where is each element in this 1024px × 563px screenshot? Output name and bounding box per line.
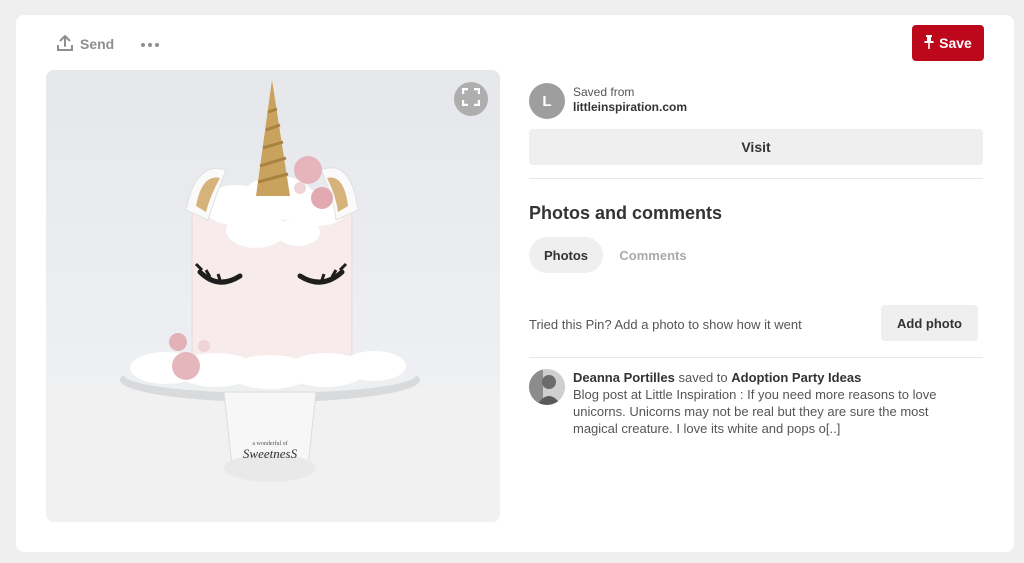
stand-logo-main: SweetnesS xyxy=(243,446,298,461)
source-avatar[interactable]: L xyxy=(529,83,565,119)
divider xyxy=(529,178,983,179)
activity-saved-to-text: saved to xyxy=(678,370,728,385)
pin-icon xyxy=(924,34,934,52)
save-button[interactable]: Save xyxy=(912,25,984,61)
save-label: Save xyxy=(939,35,972,51)
more-options-button[interactable] xyxy=(140,33,160,55)
send-label: Send xyxy=(80,36,115,52)
divider xyxy=(529,357,983,358)
send-button[interactable]: Send xyxy=(56,33,114,55)
user-photo-icon xyxy=(529,369,565,405)
saved-from-label: Saved from xyxy=(573,85,635,99)
unicorn-cake-illustration: a wonderful of SweetnesS xyxy=(46,80,500,522)
activity-board-name[interactable]: Adoption Party Ideas xyxy=(731,370,861,385)
ellipsis-icon xyxy=(140,35,160,53)
source-domain-link[interactable]: littleinspiration.com xyxy=(573,100,687,114)
pin-image[interactable]: a wonderful of SweetnesS xyxy=(46,70,500,522)
tab-comments[interactable]: Comments xyxy=(605,237,701,273)
fullscreen-icon xyxy=(461,87,481,111)
fullscreen-button[interactable] xyxy=(454,82,488,116)
activity-user-name[interactable]: Deanna Portilles xyxy=(573,370,675,385)
add-photo-button[interactable]: Add photo xyxy=(881,305,978,341)
avatar[interactable] xyxy=(529,369,565,405)
pin-closeup-card: Send Save a wonderful of SweetnesS L Sav… xyxy=(16,15,1014,552)
tab-photos[interactable]: Photos xyxy=(529,237,603,273)
visit-button[interactable]: Visit xyxy=(529,129,983,165)
activity-description: Blog post at Little Inspiration : If you… xyxy=(573,387,937,436)
activity-item: Deanna Portilles saved to Adoption Party… xyxy=(573,369,973,437)
upload-icon xyxy=(56,34,74,55)
photos-comments-title: Photos and comments xyxy=(529,203,723,223)
add-photo-prompt: Tried this Pin? Add a photo to show how … xyxy=(529,317,802,332)
